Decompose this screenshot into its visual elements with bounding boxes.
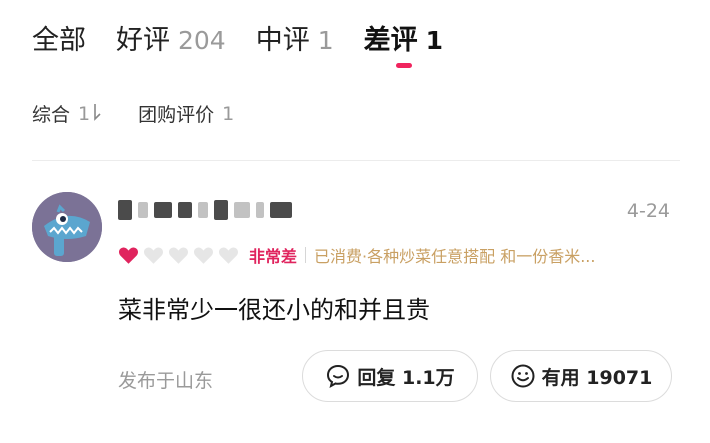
tab-all[interactable]: 全部 — [32, 18, 86, 57]
monster-avatar-icon — [32, 192, 102, 262]
tab-negative[interactable]: 差评 1 — [363, 18, 444, 68]
blurred-char — [178, 202, 192, 218]
divider — [32, 160, 680, 161]
filter-bar: 综合 1 团购评价 1 — [32, 100, 270, 127]
tab-label: 中评 — [255, 25, 310, 56]
filter-label: 团购评价 — [138, 104, 215, 126]
heart-empty-icon — [144, 247, 163, 264]
tab-count: 204 — [178, 26, 226, 55]
reply-label: 回复 1.1万 — [357, 366, 455, 389]
filter-label: 综合 — [32, 104, 71, 126]
review-content: 菜非常少一很还小的和并且贵 — [118, 296, 430, 324]
reply-button[interactable]: 回复 1.1万 — [302, 350, 478, 402]
tab-label: 好评 — [116, 25, 170, 56]
post-location: 发布于山东 — [118, 370, 214, 392]
separator — [305, 247, 307, 263]
avatar[interactable] — [32, 192, 102, 262]
heart-empty-icon — [194, 247, 213, 264]
rating-row: 非常差 已消费·各种炒菜任意搭配 和一份香米... — [118, 243, 678, 267]
tab-positive[interactable]: 好评 204 — [116, 18, 226, 57]
useful-button[interactable]: 有用 19071 — [490, 350, 672, 402]
tab-count: 1 — [425, 26, 444, 55]
comment-icon — [327, 364, 350, 388]
blurred-char — [138, 202, 148, 218]
smile-icon — [511, 364, 535, 388]
active-tab-indicator — [395, 63, 412, 68]
filter-count: 1 — [222, 102, 235, 125]
filter-group-buy[interactable]: 团购评价 1 — [138, 100, 234, 127]
blurred-char — [270, 202, 292, 218]
useful-label: 有用 19071 — [541, 366, 653, 389]
sort-down-icon — [92, 103, 102, 125]
blurred-char — [234, 202, 250, 218]
username-blurred — [118, 200, 292, 220]
blurred-char — [256, 202, 264, 218]
heart-filled-icon — [119, 247, 138, 264]
heart-empty-icon — [169, 247, 188, 264]
filter-count: 1 — [78, 102, 91, 125]
review-date: 4-24 — [626, 200, 670, 222]
review-tabs: 全部 好评 204 中评 1 差评 1 — [32, 18, 473, 68]
blurred-char — [198, 202, 208, 218]
blurred-char — [118, 200, 132, 220]
rating-label: 非常差 — [249, 247, 298, 266]
consumed-info[interactable]: 已消费·各种炒菜任意搭配 和一份香米... — [314, 243, 595, 267]
tab-count: 1 — [317, 26, 334, 55]
blurred-char — [214, 200, 228, 220]
filter-comprehensive[interactable]: 综合 1 — [32, 100, 102, 127]
tab-neutral[interactable]: 中评 1 — [256, 18, 334, 57]
blurred-char — [154, 202, 172, 218]
rating-hearts — [118, 245, 243, 265]
tab-label: 全部 — [32, 25, 86, 56]
heart-empty-icon — [219, 247, 238, 264]
tab-label: 差评 — [363, 25, 418, 56]
